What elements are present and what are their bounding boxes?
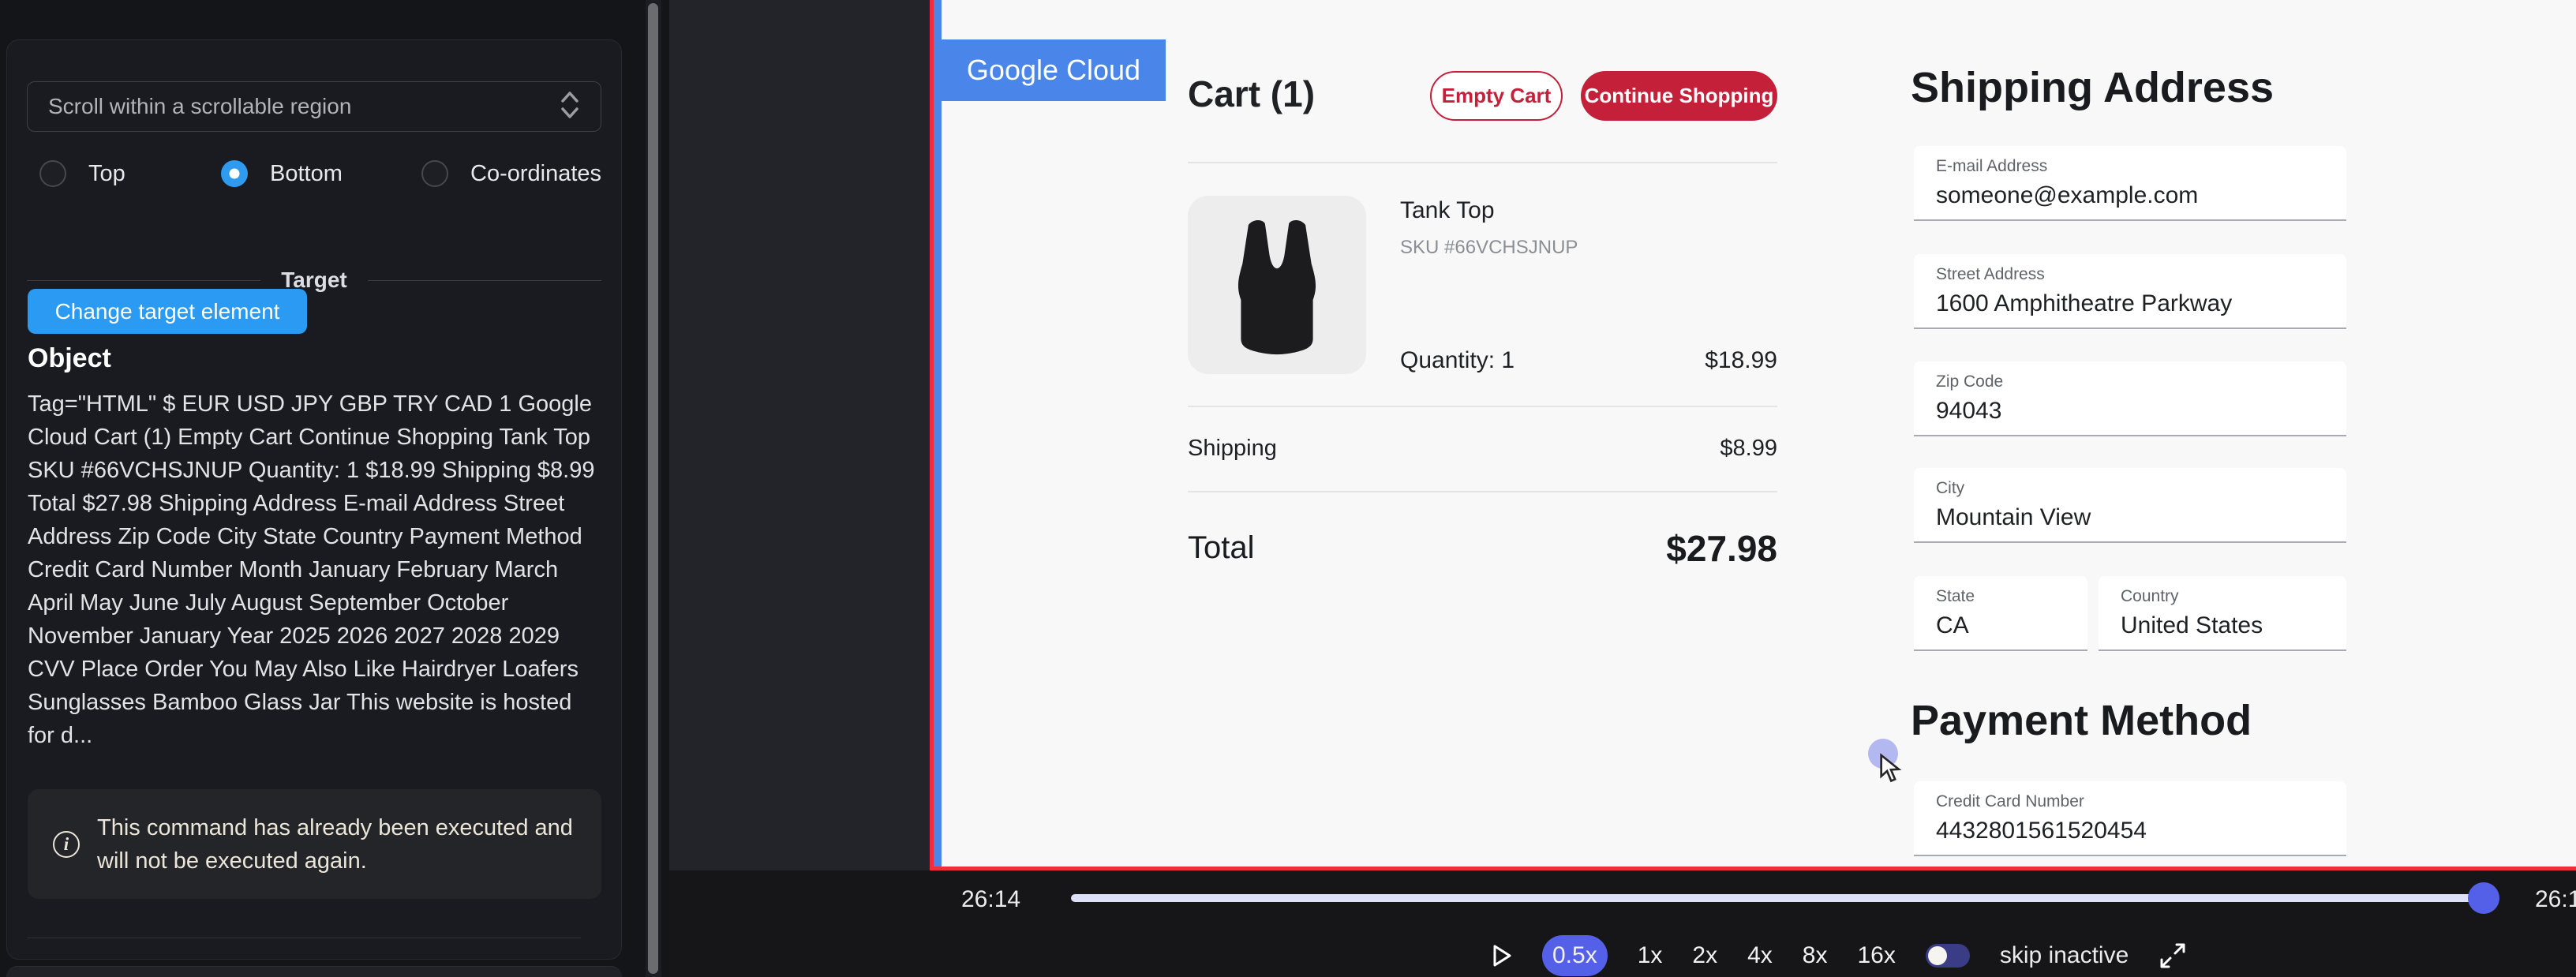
radio-top-circle[interactable] (39, 160, 66, 187)
execution-notice: i This command has already been executed… (28, 789, 601, 899)
country-field[interactable]: Country United States (2099, 576, 2346, 651)
speed-0-5x-button[interactable]: 0.5x (1542, 935, 1608, 976)
total-value: $27.98 (1541, 527, 1777, 570)
speed-4x-button[interactable]: 4x (1747, 942, 1773, 969)
product-sku: SKU #66VCHSJNUP (1400, 237, 1578, 259)
speed-2x-button[interactable]: 2x (1692, 942, 1717, 969)
zip-field-label: Zip Code (1936, 372, 2346, 391)
tank-top-graphic (1202, 210, 1352, 360)
radio-coordinates-circle[interactable] (421, 160, 448, 187)
email-field-label: E-mail Address (1936, 157, 2346, 176)
replay-viewport-highlight: Google Cloud Cart (1) Empty Cart Continu… (930, 0, 2576, 870)
object-text-dump: Tag="HTML" $ EUR USD JPY GBP TRY CAD 1 G… (28, 387, 602, 752)
city-field[interactable]: City Mountain View (1914, 468, 2346, 543)
radio-option-coordinates[interactable]: Co-ordinates (421, 159, 601, 189)
product-quantity: Quantity: 1 (1400, 347, 1515, 374)
divider (1188, 406, 1777, 407)
street-field-value: 1600 Amphitheatre Parkway (1936, 290, 2346, 317)
state-field-label: State (1936, 587, 2087, 606)
state-field-value: CA (1936, 612, 2087, 639)
info-icon: i (53, 831, 80, 858)
country-field-label: Country (2121, 587, 2346, 606)
skip-inactive-toggle[interactable] (1926, 944, 1970, 968)
shop-page: Google Cloud Cart (1) Empty Cart Continu… (934, 0, 2576, 867)
end-time: 26:1 (2535, 886, 2576, 913)
fullscreen-button[interactable] (2159, 941, 2187, 970)
toggle-knob (1928, 946, 1947, 965)
radio-option-top[interactable]: Top (39, 159, 125, 189)
country-field-value: United States (2121, 612, 2346, 639)
action-type-value: Scroll within a scrollable region (48, 94, 560, 119)
street-address-field[interactable]: Street Address 1600 Amphitheatre Parkway (1914, 254, 2346, 329)
panel-scrollbar[interactable] (646, 0, 661, 977)
product-name: Tank Top (1400, 197, 1495, 224)
radio-bottom-circle[interactable] (221, 160, 248, 187)
radio-top-label: Top (88, 161, 125, 187)
empty-cart-button[interactable]: Empty Cart (1430, 71, 1563, 121)
divider (1188, 162, 1777, 163)
select-chevrons-icon (560, 89, 580, 125)
current-time: 26:14 (961, 886, 1020, 913)
timeline-thumb[interactable] (2468, 882, 2499, 914)
city-field-label: City (1936, 479, 2346, 498)
credit-card-number-field[interactable]: Credit Card Number 4432801561520454 (1914, 781, 2346, 856)
playback-controls: 0.5x 1x 2x 4x 8x 16x skip inactive (1492, 936, 2187, 975)
payment-method-heading: Payment Method (1911, 696, 2252, 745)
product-image-tank-top[interactable] (1188, 196, 1366, 374)
divider (27, 280, 260, 281)
action-type-select[interactable]: Scroll within a scrollable region (27, 81, 601, 132)
cart-title: Cart (1) (1188, 73, 1315, 115)
street-field-label: Street Address (1936, 265, 2346, 284)
city-field-value: Mountain View (1936, 504, 2346, 531)
replay-cursor (1857, 739, 1920, 802)
total-label: Total (1188, 530, 1255, 566)
shipping-address-heading: Shipping Address (1911, 63, 2274, 112)
command-panel: Scroll within a scrollable region Top Bo… (0, 0, 669, 977)
continue-shopping-button[interactable]: Continue Shopping (1581, 71, 1777, 121)
zip-code-field[interactable]: Zip Code 94043 (1914, 361, 2346, 436)
google-cloud-logo[interactable]: Google Cloud (942, 39, 1166, 101)
panel-scrollbar-thumb[interactable] (648, 3, 658, 974)
object-heading: Object (28, 343, 111, 374)
expand-icon (2159, 941, 2187, 970)
card-field-label: Credit Card Number (1936, 792, 2346, 811)
email-field-value: someone@example.com (1936, 182, 2346, 209)
execution-notice-text: This command has already been executed a… (97, 811, 576, 878)
player-bar: 26:14 26:1 0.5x 1x 2x 4x 8x 16x skip ina… (669, 870, 2576, 977)
radio-coordinates-label: Co-ordinates (470, 161, 601, 187)
cursor-pointer-icon (1878, 753, 1906, 784)
command-card: Scroll within a scrollable region Top Bo… (6, 39, 622, 960)
skip-inactive-label: skip inactive (2000, 942, 2129, 969)
radio-option-bottom[interactable]: Bottom (221, 159, 343, 189)
shipping-label: Shipping (1188, 436, 1277, 462)
change-target-button[interactable]: Change target element (28, 289, 307, 334)
divider (368, 280, 601, 281)
card-field-value: 4432801561520454 (1936, 818, 2346, 844)
timeline-track[interactable] (1071, 894, 2484, 902)
speed-1x-button[interactable]: 1x (1638, 942, 1663, 969)
play-icon (1492, 944, 1512, 968)
email-field[interactable]: E-mail Address someone@example.com (1914, 146, 2346, 221)
state-field[interactable]: State CA (1914, 576, 2087, 651)
speed-16x-button[interactable]: 16x (1857, 942, 1895, 969)
replay-stage (669, 0, 930, 977)
shipping-value: $8.99 (1619, 436, 1777, 462)
play-button[interactable] (1492, 944, 1512, 968)
speed-8x-button[interactable]: 8x (1803, 942, 1828, 969)
app-screen: Scroll within a scrollable region Top Bo… (0, 0, 2576, 977)
zip-field-value: 94043 (1936, 398, 2346, 425)
next-section-card (6, 966, 622, 977)
radio-bottom-label: Bottom (270, 161, 343, 187)
scroll-position-options: Top Bottom Co-ordinates (27, 159, 601, 189)
product-price: $18.99 (1619, 347, 1777, 374)
divider (1188, 491, 1777, 492)
